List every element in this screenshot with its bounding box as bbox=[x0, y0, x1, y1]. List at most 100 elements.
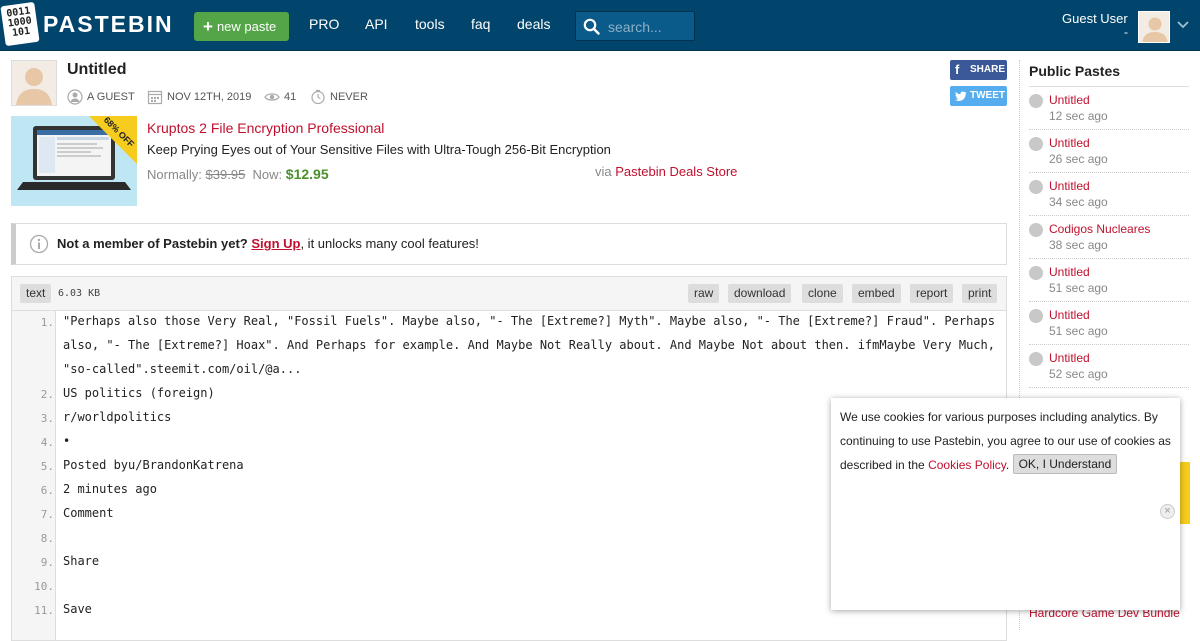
expiry-text: NEVER bbox=[330, 91, 368, 103]
calendar-icon bbox=[147, 90, 163, 105]
public-paste-link[interactable]: Untitled bbox=[1049, 308, 1090, 322]
public-paste-item[interactable]: Codigos Nucleares 38 sec ago bbox=[1029, 216, 1189, 259]
paste-views: 41 bbox=[264, 88, 296, 106]
nav-tools[interactable]: tools bbox=[415, 16, 445, 32]
paste-author: A GUEST bbox=[67, 88, 135, 106]
raw-button[interactable]: raw bbox=[688, 284, 720, 303]
file-size: 6.03 KB bbox=[58, 288, 101, 299]
plus-icon: + bbox=[203, 17, 213, 36]
code-toolbar: text 6.03 KB raw download clone embed re… bbox=[11, 276, 1007, 311]
pastebin-logo-icon[interactable]: 0011 1000 101 bbox=[0, 1, 40, 47]
public-paste-item[interactable]: Untitled 51 sec ago bbox=[1029, 302, 1189, 345]
twitter-bird-icon bbox=[955, 91, 967, 101]
line-number: 7. bbox=[40, 508, 54, 521]
close-icon[interactable]: × bbox=[1160, 504, 1175, 519]
deal-price: Normally: $39.95 Now: $12.95 bbox=[147, 166, 329, 182]
deal-product-image[interactable]: 68% OFF bbox=[11, 116, 137, 206]
avatar-silhouette-icon bbox=[16, 68, 52, 105]
public-paste-item[interactable]: Untitled 52 sec ago bbox=[1029, 345, 1189, 388]
nav-api[interactable]: API bbox=[365, 16, 388, 32]
line-number: 5. bbox=[40, 460, 54, 473]
top-header: 0011 1000 101 PASTEBIN + new paste PRO AP… bbox=[0, 0, 1200, 51]
public-paste-age: 38 sec ago bbox=[1049, 238, 1108, 252]
deal-subtitle: Keep Prying Eyes out of Your Sensitive F… bbox=[147, 142, 611, 157]
eye-icon bbox=[264, 93, 280, 101]
facebook-icon: f bbox=[955, 62, 960, 77]
via-label: via bbox=[595, 164, 612, 179]
deal-title-link[interactable]: Kruptos 2 File Encryption Professional bbox=[147, 120, 384, 136]
public-paste-item[interactable]: Untitled 51 sec ago bbox=[1029, 259, 1189, 302]
new-paste-button[interactable]: + new paste bbox=[194, 12, 289, 41]
notice-rest: , it unlocks many cool features! bbox=[300, 236, 479, 251]
nav-deals[interactable]: deals bbox=[517, 16, 550, 32]
chevron-down-icon[interactable] bbox=[1177, 19, 1189, 31]
views-count: 41 bbox=[284, 91, 297, 103]
public-paste-link[interactable]: Codigos Nucleares bbox=[1049, 222, 1150, 236]
line-number: 11. bbox=[34, 604, 54, 617]
public-paste-item[interactable]: Untitled 26 sec ago bbox=[1029, 130, 1189, 173]
public-paste-age: 34 sec ago bbox=[1049, 195, 1108, 209]
user-icon bbox=[67, 89, 83, 105]
normally-label: Normally: bbox=[147, 167, 202, 182]
globe-icon bbox=[1029, 352, 1043, 366]
globe-icon bbox=[1029, 309, 1043, 323]
globe-icon bbox=[1029, 223, 1043, 237]
print-button[interactable]: print bbox=[962, 284, 998, 303]
clone-button[interactable]: clone bbox=[802, 284, 843, 303]
paste-author-avatar bbox=[11, 60, 57, 106]
public-paste-link[interactable]: Untitled bbox=[1049, 351, 1090, 365]
public-paste-age: 52 sec ago bbox=[1049, 367, 1108, 381]
now-label: Now: bbox=[252, 167, 283, 182]
line-number: 9. bbox=[40, 556, 54, 569]
public-paste-item[interactable]: Untitled 12 sec ago bbox=[1029, 87, 1189, 130]
report-button[interactable]: report bbox=[910, 284, 954, 303]
cookie-consent-popup: We use cookies for various purposes incl… bbox=[831, 398, 1180, 610]
cookie-message: We use cookies for various purposes incl… bbox=[840, 410, 1171, 472]
line-number: 6. bbox=[40, 484, 54, 497]
nav-faq[interactable]: faq bbox=[471, 16, 490, 32]
code-line: "Perhaps also those Very Real, "Fossil F… bbox=[63, 314, 1003, 376]
date-text: NOV 12TH, 2019 bbox=[167, 91, 252, 103]
tweet-button[interactable]: TWEET bbox=[950, 86, 1007, 106]
paste-expiry: NEVER bbox=[310, 88, 368, 106]
clock-icon bbox=[311, 89, 325, 105]
public-paste-item[interactable]: Untitled 34 sec ago bbox=[1029, 173, 1189, 216]
public-paste-link[interactable]: Untitled bbox=[1049, 179, 1090, 193]
globe-icon bbox=[1029, 137, 1043, 151]
format-tag[interactable]: text bbox=[20, 284, 52, 303]
user-subtext: - bbox=[1124, 25, 1128, 39]
public-pastes-title: Public Pastes bbox=[1029, 63, 1121, 79]
embed-button[interactable]: embed bbox=[852, 284, 901, 303]
avatar-silhouette-icon bbox=[1142, 17, 1168, 42]
public-paste-age: 12 sec ago bbox=[1049, 109, 1108, 123]
author-name: A GUEST bbox=[87, 91, 135, 103]
public-paste-link[interactable]: Untitled bbox=[1049, 136, 1090, 150]
share-label: SHARE bbox=[970, 64, 1006, 75]
line-number: 1. bbox=[40, 316, 54, 329]
logo-text[interactable]: PASTEBIN bbox=[43, 11, 174, 38]
cookie-accept-button[interactable]: OK, I Understand bbox=[1012, 454, 1118, 474]
public-paste-link[interactable]: Untitled bbox=[1049, 265, 1090, 279]
search-input[interactable] bbox=[608, 18, 692, 36]
public-paste-age: 51 sec ago bbox=[1049, 324, 1108, 338]
line-number: 8. bbox=[40, 532, 54, 545]
tweet-label: TWEET bbox=[970, 90, 1005, 101]
public-paste-age: 26 sec ago bbox=[1049, 152, 1108, 166]
notice-text: Not a member of Pastebin yet? Sign Up, i… bbox=[57, 236, 479, 251]
globe-icon bbox=[1029, 266, 1043, 280]
cookies-policy-link[interactable]: Cookies Policy bbox=[928, 458, 1006, 472]
nav-pro[interactable]: PRO bbox=[309, 16, 339, 32]
line-number: 2. bbox=[40, 388, 54, 401]
globe-icon bbox=[1029, 94, 1043, 108]
search-icon[interactable] bbox=[583, 18, 600, 35]
user-avatar[interactable] bbox=[1138, 11, 1170, 43]
public-paste-link[interactable]: Untitled bbox=[1049, 93, 1090, 107]
deals-store-link[interactable]: Pastebin Deals Store bbox=[615, 164, 737, 179]
download-button[interactable]: download bbox=[728, 284, 792, 303]
line-number: 3. bbox=[40, 412, 54, 425]
old-price: $39.95 bbox=[205, 167, 246, 182]
user-name[interactable]: Guest User bbox=[1062, 11, 1128, 26]
info-icon bbox=[29, 234, 49, 254]
sign-up-link[interactable]: Sign Up bbox=[251, 236, 300, 251]
facebook-share-button[interactable]: f SHARE bbox=[950, 60, 1007, 80]
